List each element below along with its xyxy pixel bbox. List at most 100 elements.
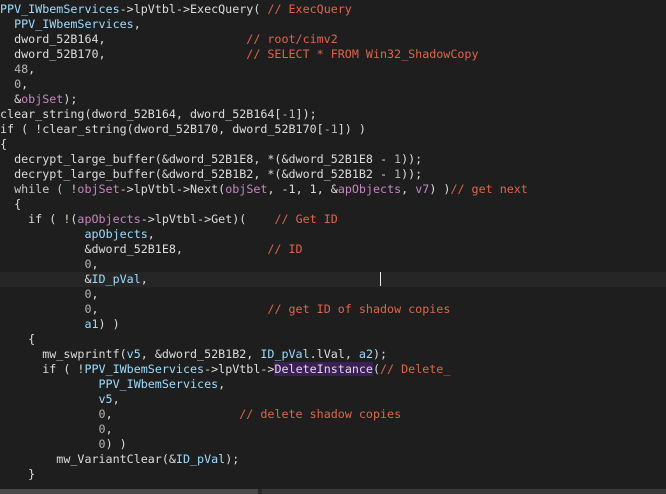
code-token: PPV_IWbemServices (98, 377, 219, 391)
code-token: , &dword_52B1B2, (140, 347, 261, 361)
code-token: ]); (295, 107, 317, 121)
scrollbar-thumb[interactable] (0, 489, 258, 494)
code-token: , (91, 257, 99, 271)
highlighted-identifier: DeleteInstance (274, 362, 373, 376)
code-comment: // delete shadow copies (239, 407, 402, 421)
code-token: mw_swprintf( (0, 347, 127, 361)
code-line[interactable]: clear_string(dword_52B164, dword_52B164[… (0, 107, 666, 122)
code-line[interactable]: 0, (0, 287, 666, 302)
code-token: ->lpVtbl-> (204, 362, 275, 376)
code-line[interactable]: PPV_IWbemServices, (0, 17, 666, 32)
code-token: objSet (77, 182, 120, 196)
code-line[interactable]: PPV_IWbemServices->lpVtbl->ExecQuery( //… (0, 2, 666, 17)
code-token: { (0, 137, 8, 151)
code-token: 0 (0, 257, 92, 271)
code-token: ]) ) (337, 122, 366, 136)
code-token: & (0, 272, 92, 286)
code-line[interactable]: 0, (0, 77, 666, 92)
code-token: ) ) (429, 182, 451, 196)
code-token: if ( ! (0, 362, 85, 376)
code-line[interactable]: &ID_pVal, (0, 272, 666, 287)
code-token: apObjects (84, 227, 148, 241)
code-token: if ( !( (0, 212, 78, 226)
code-token: decrypt_large_buffer(&dword_52B1E8, *(&d… (0, 152, 395, 166)
code-token: PPV_IWbemServices (84, 362, 205, 376)
code-line[interactable]: decrypt_large_buffer(&dword_52B1E8, *(&d… (0, 152, 666, 167)
code-editor[interactable]: PPV_IWbemServices->lpVtbl->ExecQuery( //… (0, 0, 666, 488)
code-line[interactable]: { (0, 332, 666, 347)
code-line[interactable]: apObjects, (0, 227, 666, 242)
code-token: a1 (84, 317, 99, 331)
code-line[interactable]: a1) ) (0, 317, 666, 332)
code-line[interactable]: 0, (0, 257, 666, 272)
code-token: , -1, 1, & (267, 182, 338, 196)
code-token: -1 (323, 122, 338, 136)
code-line[interactable]: { (0, 137, 666, 152)
code-token: } (0, 467, 36, 481)
code-token: , (105, 407, 240, 421)
code-token: ) ) (98, 317, 120, 331)
code-token: ID_pVal (91, 272, 141, 286)
code-token: dword_52B164, (0, 32, 247, 46)
code-line[interactable]: 48, (0, 62, 666, 77)
code-token: ) ) (105, 437, 127, 451)
code-token: decrypt_large_buffer(&dword_52B1B2, *(&d… (0, 167, 395, 181)
code-token: .lVal, (309, 347, 359, 361)
code-comment: // Delete_ (380, 362, 451, 376)
code-token: , (28, 62, 36, 76)
code-token: a2 (358, 347, 373, 361)
code-token: 0 (0, 287, 92, 301)
code-token: v5 (126, 347, 141, 361)
code-line[interactable]: mw_VariantClear(&ID_pVal); (0, 452, 666, 467)
code-line[interactable]: } (0, 467, 666, 482)
code-line[interactable]: 0, (0, 422, 666, 437)
code-line[interactable]: 0) ) (0, 437, 666, 452)
code-token: ); (63, 92, 78, 106)
code-token: , (105, 422, 113, 436)
code-comment: // ExecQuery (267, 2, 352, 16)
code-token: , (140, 272, 148, 286)
code-token: -1 (281, 107, 296, 121)
code-line[interactable]: dword_52B170, // SELECT * FROM Win32_Sha… (0, 47, 666, 62)
code-token: 0 (0, 77, 22, 91)
code-token: )); (401, 152, 423, 166)
code-token: v7 (415, 182, 430, 196)
code-token: 0 (0, 437, 106, 451)
code-line[interactable]: if ( !PPV_IWbemServices->lpVtbl->DeleteI… (0, 362, 666, 377)
code-line[interactable]: if ( !(apObjects->lpVtbl->Get)( // Get I… (0, 212, 666, 227)
code-token: apObjects (337, 182, 402, 196)
code-token: , (91, 287, 99, 301)
code-line[interactable]: &dword_52B1E8, // ID (0, 242, 666, 257)
code-comment: // Get ID (274, 212, 338, 226)
code-line[interactable]: decrypt_large_buffer(&dword_52B1B2, *(&d… (0, 167, 666, 182)
scrollbar-track-right[interactable] (262, 489, 666, 494)
code-token: ID_pVal (175, 452, 226, 466)
code-token: , (112, 392, 120, 406)
code-line[interactable]: { (0, 197, 666, 212)
code-line[interactable]: while ( !objSet->lpVtbl->Next(objSet, -1… (0, 182, 666, 197)
code-line[interactable]: if ( !clear_string(dword_52B170, dword_5… (0, 122, 666, 137)
code-token: { (0, 197, 22, 211)
code-token: ->lpVtbl->Next( (119, 182, 226, 196)
code-line[interactable]: &objSet); (0, 92, 666, 107)
code-token: dword_52B170, (0, 47, 247, 61)
code-line[interactable]: PPV_IWbemServices, (0, 377, 666, 392)
code-token: if ( !clear_string(dword_52B170, dword_5… (0, 122, 324, 136)
code-token: PPV_IWbemServices (0, 17, 134, 31)
code-token: , (91, 302, 268, 316)
code-line[interactable]: mw_swprintf(v5, &dword_52B1B2, ID_pVal.l… (0, 347, 666, 362)
code-line[interactable]: 0, // delete shadow copies (0, 407, 666, 422)
horizontal-scrollbar[interactable] (0, 489, 666, 494)
code-line[interactable]: 0, // get ID of shadow copies (0, 302, 666, 317)
code-token: apObjects (77, 212, 141, 226)
code-comment: // root/cimv2 (246, 32, 338, 46)
code-comment: // get next (450, 182, 528, 196)
code-line[interactable]: v5, (0, 392, 666, 407)
code-token: & (0, 92, 22, 106)
code-token: 0 (0, 422, 106, 436)
code-line[interactable]: dword_52B164, // root/cimv2 (0, 32, 666, 47)
